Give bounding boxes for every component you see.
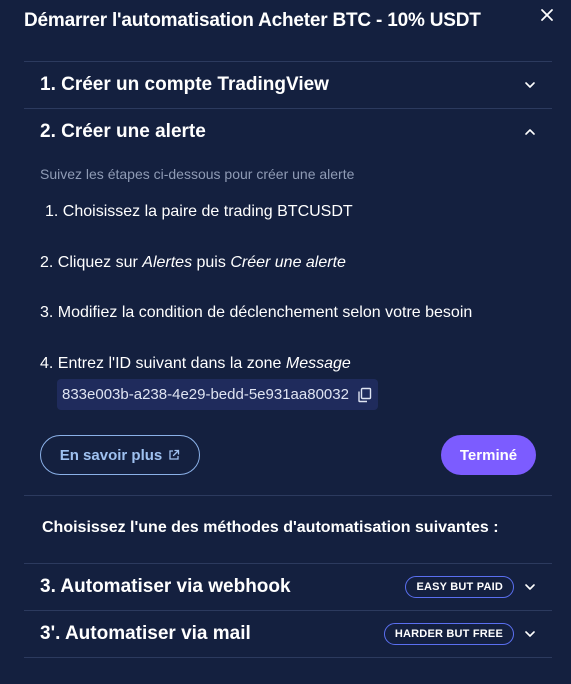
- alert-intro: Suivez les étapes ci-dessous pour créer …: [40, 166, 355, 182]
- divider: [24, 657, 552, 658]
- section-label: 1. Créer un compte TradingView: [40, 74, 329, 95]
- alert-step-4: 4. Entrez l'ID suivant dans la zone Mess…: [40, 355, 351, 373]
- done-button[interactable]: Terminé: [441, 435, 536, 475]
- divider: [24, 495, 552, 496]
- copy-icon[interactable]: [357, 387, 372, 403]
- section-create-tradingview-account[interactable]: 1. Créer un compte TradingView: [40, 62, 536, 108]
- section-label: 3'. Automatiser via mail: [40, 623, 251, 644]
- step-emphasis: Alertes: [142, 254, 193, 271]
- dialog-title: Démarrer l'automatisation Acheter BTC - …: [24, 10, 481, 31]
- chevron-down-icon: [524, 628, 536, 640]
- step-text: 4. Entrez l'ID suivant dans la zone: [40, 355, 286, 372]
- section-meta: EASY BUT PAID: [405, 576, 536, 598]
- learn-more-button[interactable]: En savoir plus: [40, 435, 200, 475]
- section-meta: HARDER BUT FREE: [383, 623, 536, 645]
- section-automate-mail[interactable]: 3'. Automatiser via mail HARDER BUT FREE: [40, 611, 536, 657]
- step-text: puis: [192, 254, 231, 271]
- section-create-alert[interactable]: 2. Créer une alerte: [40, 109, 536, 155]
- section-label: 2. Créer une alerte: [40, 121, 206, 142]
- section-label: 3. Automatiser via webhook: [40, 576, 291, 597]
- difficulty-badge: HARDER BUT FREE: [383, 623, 514, 645]
- alert-id: 833e003b-a238-4e29-bedd-5e931aa80032: [62, 386, 349, 403]
- learn-more-label: En savoir plus: [59, 446, 163, 464]
- alert-step-3: 3. Modifiez la condition de déclenchemen…: [40, 304, 473, 321]
- step-emphasis: Message: [285, 355, 351, 372]
- methods-heading: Choisissez l'une des méthodes d'automati…: [42, 519, 499, 536]
- alert-step-1: 1. Choisissez la paire de trading BTCUSD…: [45, 203, 353, 220]
- step-emphasis: Créer une alerte: [230, 254, 346, 271]
- chevron-down-icon: [524, 581, 536, 593]
- alert-step-2: 2. Cliquez sur Alertes puis Créer une al…: [40, 254, 346, 272]
- step-text: 2. Cliquez sur: [40, 254, 143, 271]
- alert-id-chip[interactable]: 833e003b-a238-4e29-bedd-5e931aa80032: [57, 379, 378, 410]
- automation-dialog: Démarrer l'automatisation Acheter BTC - …: [0, 0, 571, 684]
- chevron-up-icon: [524, 126, 536, 138]
- chevron-down-icon: [524, 79, 536, 91]
- section-automate-webhook[interactable]: 3. Automatiser via webhook EASY BUT PAID: [40, 564, 536, 610]
- close-icon[interactable]: [538, 6, 556, 24]
- external-link-icon: [168, 449, 180, 461]
- difficulty-badge: EASY BUT PAID: [405, 576, 514, 598]
